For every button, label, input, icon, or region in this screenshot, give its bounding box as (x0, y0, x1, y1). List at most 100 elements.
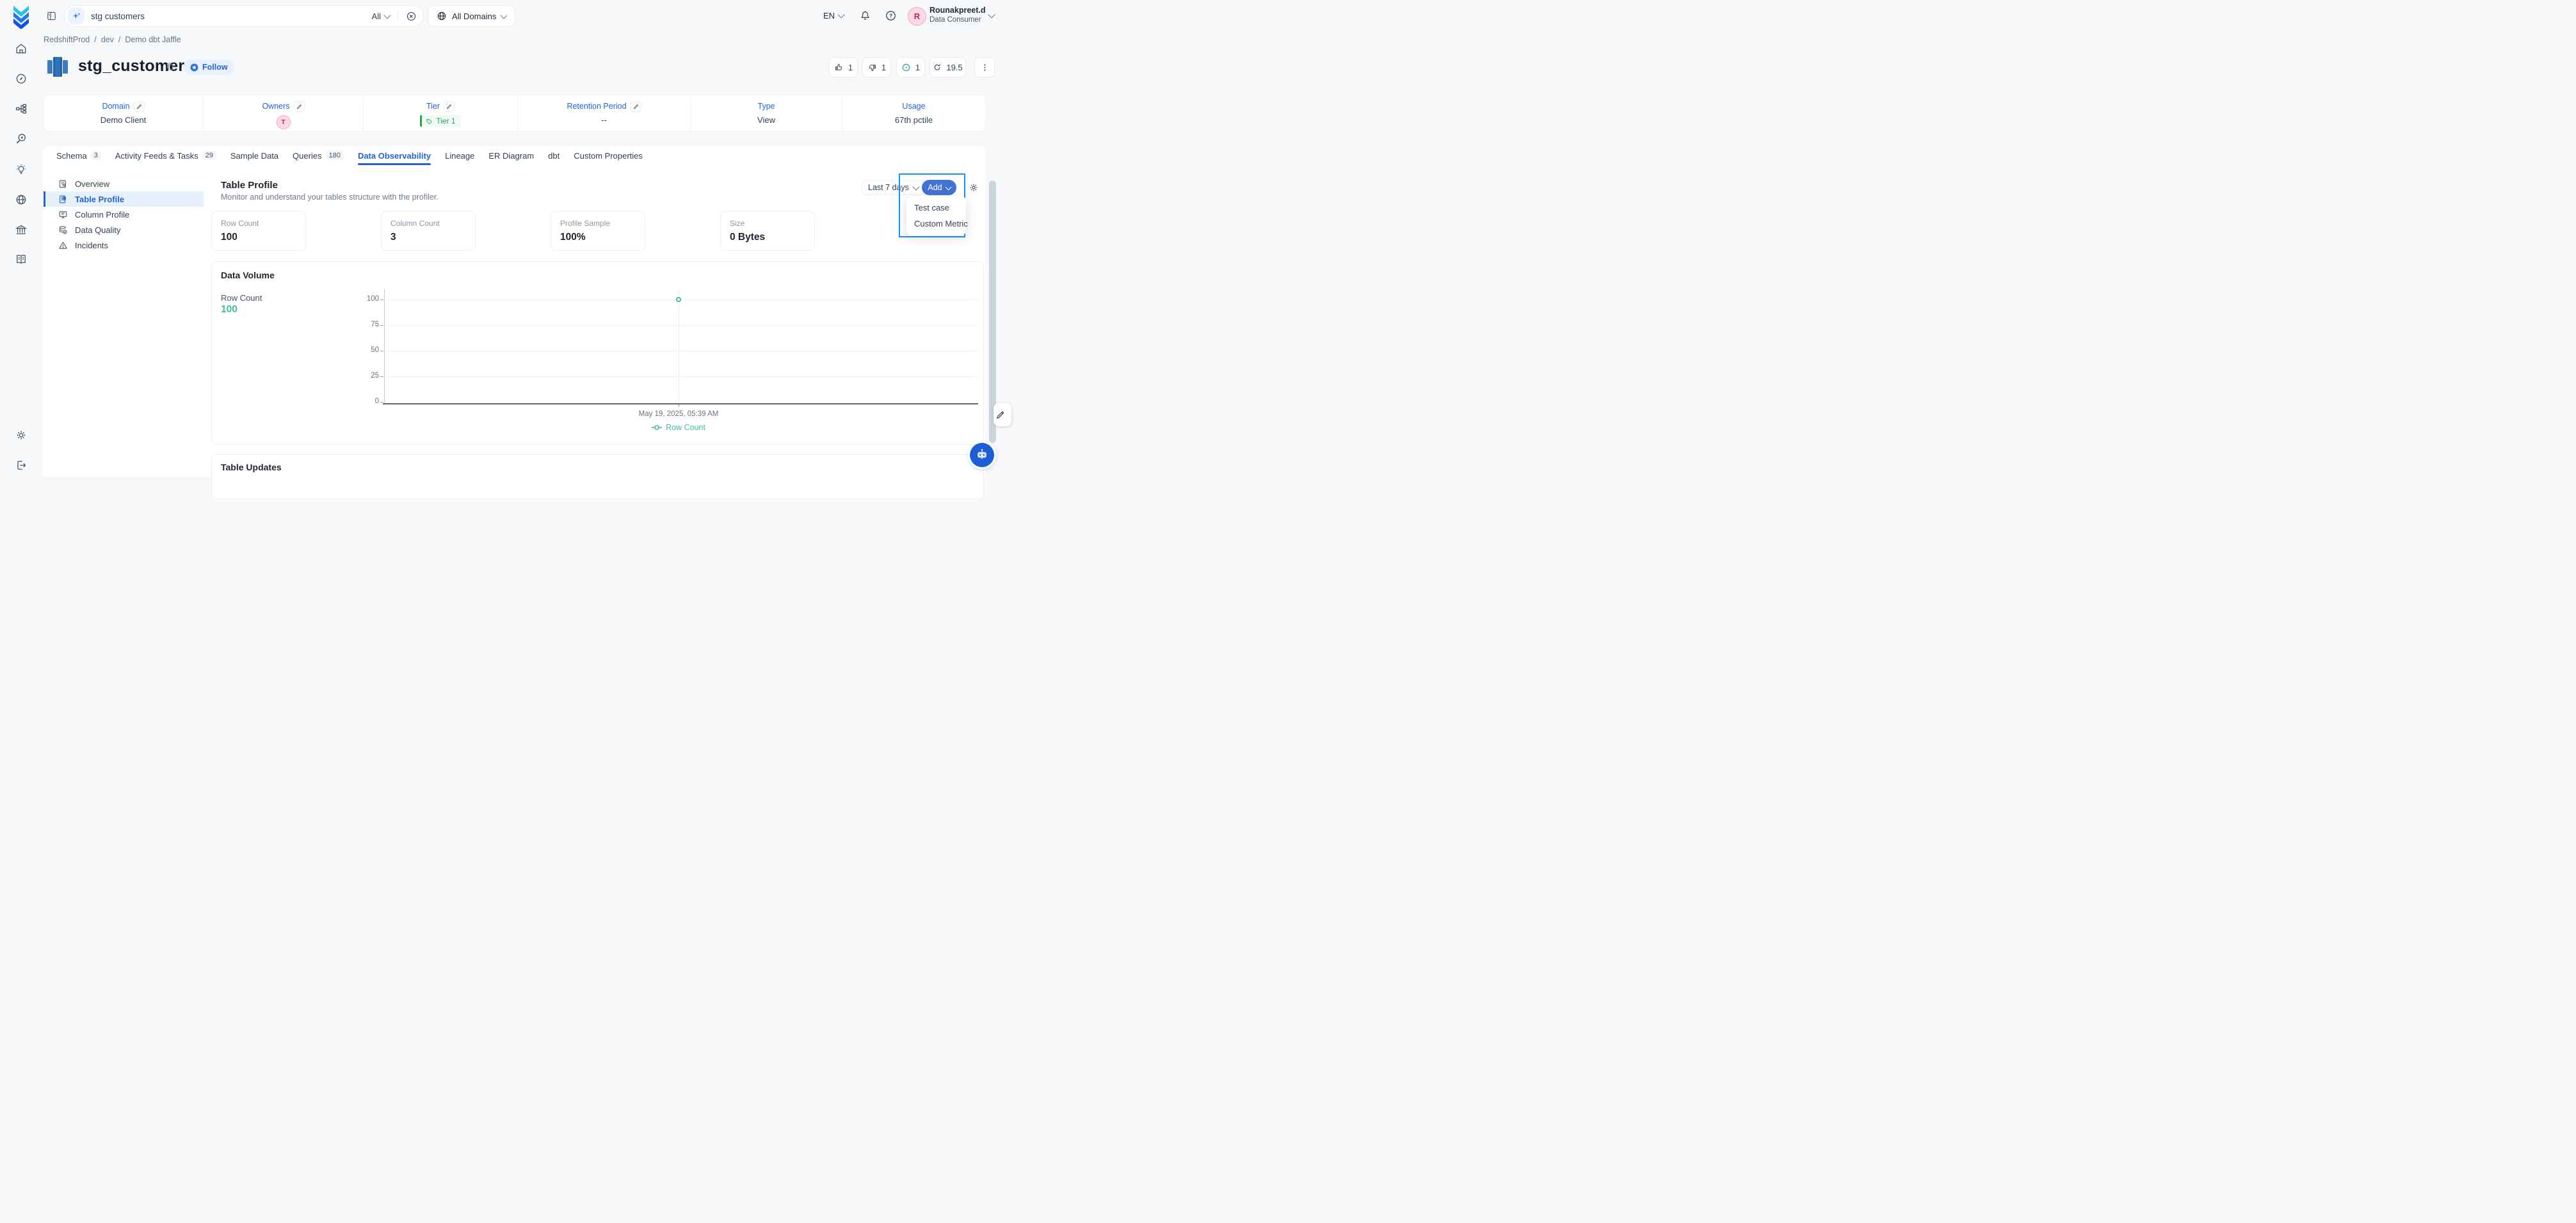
table-updates-title: Table Updates (221, 462, 282, 472)
target-dot-icon (901, 63, 911, 72)
notifications-bell-icon[interactable] (859, 10, 871, 22)
chat-bot-button[interactable] (970, 443, 994, 467)
tab-custom-properties[interactable]: Custom Properties (574, 146, 643, 165)
stat-card-profile-sample: Profile Sample100% (551, 211, 645, 251)
robot-icon (975, 448, 989, 462)
tab-schema[interactable]: Schema3 (56, 146, 101, 165)
chart-legend[interactable]: Row Count (586, 423, 771, 432)
pencil-icon (296, 104, 302, 109)
chevron-down-icon (501, 12, 508, 19)
tasks-button[interactable]: 1 (896, 57, 925, 77)
y-tick-label: 100 (346, 295, 379, 303)
edit-tier-button[interactable] (444, 101, 455, 112)
svg-text:?: ? (889, 13, 892, 19)
tab-sample-data[interactable]: Sample Data (230, 146, 278, 165)
explore-compass-icon[interactable] (15, 72, 28, 85)
sidenav-item-overview[interactable]: Overview (44, 176, 204, 191)
y-tick-label: 50 (346, 346, 379, 354)
clear-search-icon[interactable] (406, 11, 417, 22)
left-rail (0, 0, 42, 477)
governance-bank-icon[interactable] (15, 223, 28, 236)
settings-gear-icon[interactable] (15, 429, 28, 442)
info-usage: Usage 67th pctile (842, 95, 985, 131)
data-volume-card (211, 261, 984, 445)
user-role: Data Consumer (930, 15, 986, 25)
tab-lineage[interactable]: Lineage (445, 146, 474, 165)
search-scope-dropdown[interactable]: All (372, 12, 390, 21)
copy-icon[interactable] (165, 61, 175, 72)
tab-count-badge: 180 (326, 151, 344, 160)
add-dropdown-menu: Test case Custom Metric (906, 196, 966, 236)
logout-icon[interactable] (15, 459, 28, 472)
tab-dbt[interactable]: dbt (548, 146, 559, 165)
more-options-button[interactable] (974, 57, 995, 77)
stat-card-column-count: Column Count3 (381, 211, 476, 251)
menu-item-custom-metric[interactable]: Custom Metric (906, 216, 966, 232)
user-menu-chevron-icon[interactable] (988, 11, 995, 18)
user-info[interactable]: Rounakpreet.d Data Consumer (930, 6, 986, 25)
table-profile-icon (58, 195, 68, 204)
downvote-button[interactable]: 1 (862, 57, 891, 77)
tab-data-observability[interactable]: Data Observability (358, 146, 431, 165)
edit-owners-button[interactable] (294, 101, 305, 112)
search-input[interactable] (85, 12, 372, 21)
info-tier: Tier Tier 1 (364, 95, 518, 131)
domain-label[interactable]: Domain (102, 102, 129, 111)
edge-cursor-widget[interactable] (994, 403, 1011, 426)
version-button[interactable]: 19.5 (930, 57, 966, 77)
breadcrumb-schema[interactable]: Demo dbt Jaffle (125, 35, 181, 44)
chevron-down-icon (383, 12, 390, 19)
star-circle-icon (190, 63, 198, 72)
menu-item-test-case[interactable]: Test case (906, 200, 966, 216)
help-icon[interactable]: ? (885, 10, 897, 22)
domains-globe-icon[interactable] (15, 193, 28, 206)
sidenav-item-column-profile[interactable]: Column Profile (44, 207, 204, 222)
chart-data-point[interactable] (676, 297, 681, 302)
tier-badge[interactable]: Tier 1 (420, 115, 460, 127)
stat-card-size: Size0 Bytes (720, 211, 815, 251)
insights-bulb-icon[interactable] (15, 163, 28, 176)
overview-icon (58, 179, 68, 189)
user-name: Rounakpreet.d (930, 6, 986, 15)
y-tick (380, 402, 383, 403)
language-selector[interactable]: EN (823, 11, 844, 20)
data-volume-metric-label: Row Count (221, 293, 262, 303)
y-tick-label: 25 (346, 372, 379, 380)
home-icon[interactable] (15, 42, 28, 55)
sidebar-toggle-icon[interactable] (46, 10, 57, 22)
sidenav-item-data-quality[interactable]: Data Quality (44, 222, 204, 237)
y-tick (380, 376, 383, 377)
follow-button[interactable]: Follow (184, 60, 234, 75)
breadcrumb-service[interactable]: RedshiftProd (44, 35, 90, 44)
table-updates-card (211, 454, 984, 499)
domains-filter-button[interactable]: All Domains (428, 5, 515, 27)
upvote-button[interactable]: 1 (829, 57, 858, 77)
glossary-book-icon[interactable] (15, 253, 28, 266)
info-domain: Domain Demo Client (44, 95, 204, 131)
global-search-bar[interactable]: All (64, 5, 424, 27)
domain-value[interactable]: Demo Client (44, 115, 203, 125)
page-title: stg_customers (78, 57, 193, 76)
chevron-down-icon (837, 11, 844, 18)
breadcrumb: RedshiftProd / dev / Demo dbt Jaffle (44, 35, 181, 44)
tab-queries[interactable]: Queries180 (293, 146, 344, 165)
chart-y-axis (384, 289, 385, 404)
thumbs-down-icon (867, 63, 877, 72)
retention-label: Retention Period (567, 102, 626, 111)
tab-er-diagram[interactable]: ER Diagram (488, 146, 534, 165)
edit-retention-button[interactable] (631, 101, 641, 112)
sidenav-item-incidents[interactable]: Incidents (44, 237, 204, 253)
breadcrumb-database[interactable]: dev (101, 35, 114, 44)
edit-domain-button[interactable] (134, 101, 145, 112)
tab-activity-feeds[interactable]: Activity Feeds & Tasks29 (115, 146, 216, 165)
pencil-icon (633, 104, 639, 109)
observability-icon[interactable] (15, 132, 28, 145)
profiler-settings-icon[interactable] (969, 182, 979, 193)
legend-line-icon (652, 424, 662, 431)
sidenav-item-table-profile[interactable]: Table Profile (44, 191, 204, 207)
user-avatar[interactable]: R (908, 7, 926, 26)
gridline (384, 325, 977, 326)
pencil-icon (446, 104, 452, 109)
owner-avatar[interactable]: T (277, 115, 291, 129)
lineage-flow-icon[interactable] (15, 102, 28, 115)
